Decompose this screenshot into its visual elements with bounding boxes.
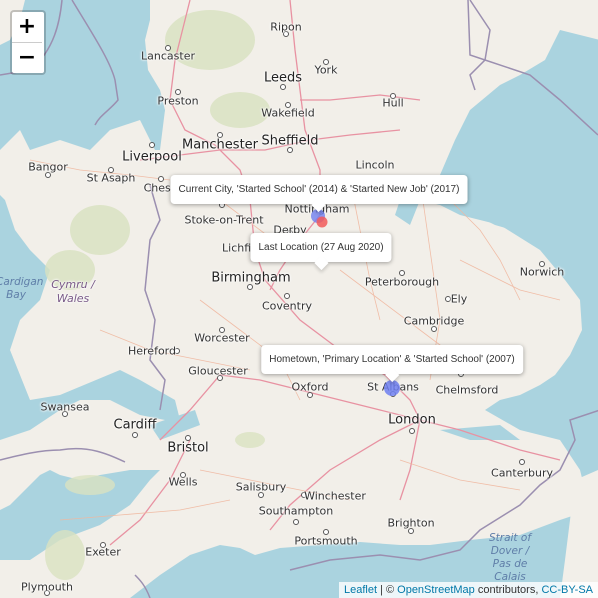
place-dot xyxy=(284,293,290,299)
zoom-in-button[interactable]: + xyxy=(12,12,42,43)
place-label: Lincoln xyxy=(355,158,395,172)
place-label: Bangor xyxy=(28,160,68,174)
license-link[interactable]: CC-BY-SA xyxy=(541,584,593,596)
zoom-control: + − xyxy=(10,10,46,75)
place-label: Cardiff xyxy=(113,417,157,433)
place-label: Sheffield xyxy=(261,133,319,149)
place-label: Lancaster xyxy=(141,49,195,63)
place-dot xyxy=(149,142,155,148)
last-location-marker[interactable] xyxy=(316,216,328,228)
leaflet-link[interactable]: Leaflet xyxy=(344,584,377,596)
place-label: Gloucester xyxy=(188,364,248,378)
attribution-contributors: contributors, xyxy=(474,584,542,596)
place-dot xyxy=(409,428,415,434)
place-label: Plymouth xyxy=(21,580,73,594)
place-label: Wakefield xyxy=(261,106,315,120)
place-label: Hull xyxy=(382,96,404,110)
place-label: Exeter xyxy=(85,545,121,559)
place-label: Swansea xyxy=(40,400,90,414)
place-label: Stoke-on-Trent xyxy=(184,213,264,227)
popup-text: Hometown, 'Primary Location' & 'Started … xyxy=(269,354,515,365)
place-label: St Asaph xyxy=(86,171,136,185)
attribution-separator: | © xyxy=(377,584,398,596)
place-label: Hereford xyxy=(127,344,177,358)
map-canvas[interactable]: Lancaster Preston Ripon York Leeds Wakef… xyxy=(0,0,598,598)
place-label: Leeds xyxy=(263,70,303,86)
place-label: York xyxy=(314,63,338,77)
place-label: Brighton xyxy=(387,516,435,530)
place-label: Coventry xyxy=(261,299,313,313)
place-label: Birmingham xyxy=(211,270,291,286)
attribution: Leaflet | © OpenStreetMap contributors, … xyxy=(338,582,598,598)
place-label: Winchester xyxy=(304,489,366,503)
place-label: Manchester xyxy=(181,137,259,153)
place-label: Chelmsford xyxy=(435,383,499,397)
place-label: Peterborough xyxy=(364,275,440,289)
popup-text: Current City, 'Started School' (2014) & … xyxy=(178,184,460,195)
sea-label: Strait of Dover / Pas de Calais xyxy=(488,532,532,583)
place-label: Canterbury xyxy=(491,466,553,480)
place-label: Norwich xyxy=(519,265,565,279)
place-label: Southampton xyxy=(258,504,334,518)
popup-last-location: Last Location (27 Aug 2020) xyxy=(250,233,392,271)
place-label: Oxford xyxy=(291,380,329,394)
place-label: Ely xyxy=(450,292,468,306)
place-label: Liverpool xyxy=(122,149,182,165)
place-label: Bristol xyxy=(167,440,209,456)
place-label: Ripon xyxy=(270,20,302,34)
place-label: London xyxy=(388,412,436,428)
region-label: Cymru / Wales xyxy=(51,278,95,305)
osm-link[interactable]: OpenStreetMap xyxy=(397,584,475,596)
sea-label: Cardigan Bay xyxy=(0,276,44,301)
place-label: Salisbury xyxy=(235,480,287,494)
hometown-marker[interactable] xyxy=(384,380,400,396)
place-label: Worcester xyxy=(194,331,250,345)
place-dot xyxy=(519,459,525,465)
popup-hometown: Hometown, 'Primary Location' & 'Started … xyxy=(261,345,523,383)
popup-text: Last Location (27 Aug 2020) xyxy=(258,242,384,253)
popup-current-city: Current City, 'Started School' (2014) & … xyxy=(170,175,468,213)
place-label: Wells xyxy=(168,475,198,489)
place-dot xyxy=(293,519,299,525)
place-dot xyxy=(132,432,138,438)
place-label: Preston xyxy=(157,94,199,108)
place-label: Cambridge xyxy=(403,314,465,328)
place-label: Portsmouth xyxy=(294,534,358,548)
zoom-out-button[interactable]: − xyxy=(12,43,42,73)
